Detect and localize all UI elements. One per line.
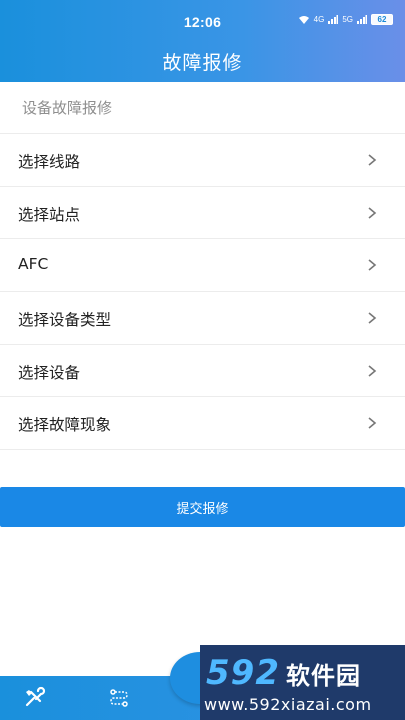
menu-item-station[interactable]: 选择站点 [0,186,405,240]
network-label-2: 5G [342,15,353,24]
signal-icon [328,15,339,24]
menu-item-label: 选择站点 [18,205,81,224]
menu-item-device[interactable]: 选择设备 [0,344,405,398]
menu-item-line[interactable]: 选择线路 [0,134,405,187]
menu-item-label: 选择故障现象 [18,416,112,435]
menu-item-label: 选择线路 [18,153,81,171]
tools-icon[interactable] [22,686,46,710]
watermark-brand: 软件园 [285,662,361,690]
section-header-label: 设备故障报修 [22,99,113,117]
menu-list: 选择线路 选择站点 AFC 选择设备类型 选择设备 选择故障现象 [0,134,405,451]
chevron-right-icon [368,417,377,430]
submit-repair-button[interactable]: 提交报修 [0,487,405,527]
signal-icon-2 [357,15,367,24]
watermark-number: 592 [206,653,280,693]
battery-icon: 62 [371,14,393,25]
chevron-right-icon [368,207,377,219]
status-icons: 4G 5G 62 [298,14,393,25]
menu-item-label: 选择设备类型 [18,311,112,330]
network-label-1: 4G [313,15,325,24]
watermark-logo: 592 软件园 www.592xiazai.com [200,645,405,720]
chevron-right-icon [368,154,377,166]
menu-item-afc[interactable]: AFC [0,239,405,293]
status-bar: 12:06 4G 5G 62 [0,0,405,40]
menu-item-fault[interactable]: 选择故障现象 [0,397,405,451]
menu-item-label: 选择设备 [18,363,81,382]
section-header: 设备故障报修 [0,82,405,134]
chevron-right-icon [368,259,377,271]
chevron-right-icon [368,365,377,377]
menu-item-device-type[interactable]: 选择设备类型 [0,292,405,345]
chevron-right-icon [368,312,377,324]
route-icon[interactable] [107,686,131,710]
wifi-icon [298,15,309,24]
title-bar: 故障报修 [0,40,405,82]
page-title: 故障报修 [162,52,243,74]
watermark-url: www.592xiazai.com [204,695,372,714]
menu-item-label: AFC [18,255,49,274]
